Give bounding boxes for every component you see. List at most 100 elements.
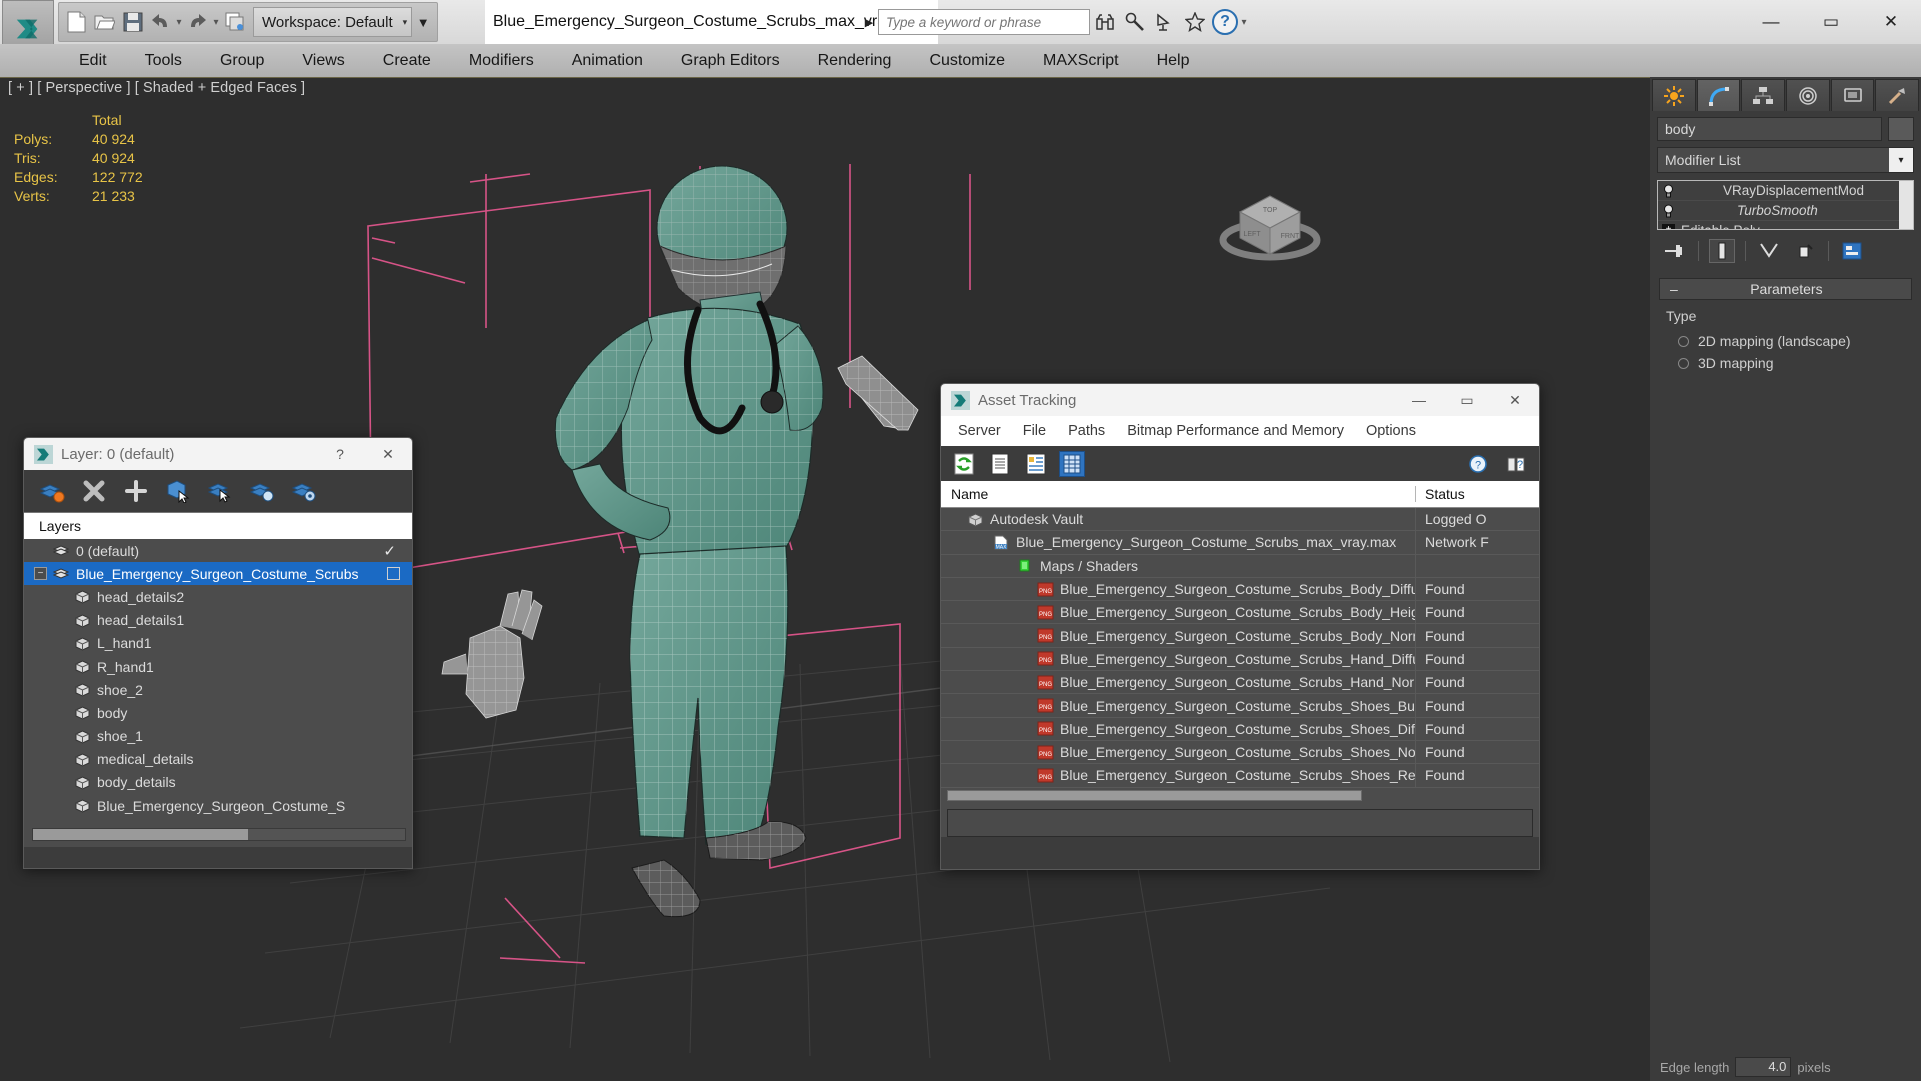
select-objects-in-layer-icon[interactable] <box>164 477 192 505</box>
asset-row-png[interactable]: PNG Blue_Emergency_Surgeon_Costume_Scrub… <box>941 694 1539 718</box>
layer-row-blue-emergency-surgeon-costume-scrubs[interactable]: − Blue_Emergency_Surgeon_Costume_Scrubs <box>24 562 412 586</box>
modify-tab-icon[interactable] <box>1696 79 1741 111</box>
chevron-down-icon[interactable]: ▾ <box>1889 148 1913 172</box>
layer-row-0-default[interactable]: 0 (default) ✓ <box>24 539 412 562</box>
layer-child-row-head-details2[interactable]: head_details2 <box>24 585 412 608</box>
maximize-button[interactable]: ▭ <box>1801 0 1861 44</box>
search-expand-icon[interactable]: ▶ <box>860 16 878 29</box>
make-unique-icon[interactable] <box>1756 239 1782 263</box>
layer-child-row-l-hand1[interactable]: L_hand1 <box>24 632 412 655</box>
menu-group[interactable]: Group <box>201 49 283 73</box>
layer-list[interactable]: 0 (default) ✓ − Blue_Emergency_Surgeon_C… <box>24 539 412 847</box>
list-view-icon[interactable] <box>987 451 1013 477</box>
pin-stack-icon[interactable] <box>1662 239 1688 263</box>
help-question-icon[interactable]: ? <box>1465 451 1491 477</box>
light-bulb-icon[interactable] <box>1662 204 1675 218</box>
layer-child-row-head-details1[interactable]: head_details1 <box>24 609 412 632</box>
close-button[interactable]: ✕ <box>1861 0 1921 44</box>
asset-tracking-title-bar[interactable]: Asset Tracking — ▭ ✕ <box>941 384 1539 416</box>
column-header-status[interactable]: Status <box>1415 486 1539 502</box>
grid-view-icon[interactable] <box>1059 450 1085 477</box>
collapse-expander-icon[interactable]: − <box>34 567 47 581</box>
modifier-stack-row[interactable]: VRayDisplacementMod <box>1658 181 1913 201</box>
asset-row-png[interactable]: PNG Blue_Emergency_Surgeon_Costume_Scrub… <box>941 624 1539 648</box>
layer-horizontal-scrollbar[interactable] <box>32 828 406 841</box>
asset-row-png[interactable]: PNG Blue_Emergency_Surgeon_Costume_Scrub… <box>941 671 1539 695</box>
asset-row-max-file[interactable]: MAX Blue_Emergency_Surgeon_Costume_Scrub… <box>941 531 1539 555</box>
asset-row-png[interactable]: PNG Blue_Emergency_Surgeon_Costume_Scrub… <box>941 740 1539 765</box>
menu-edit[interactable]: Edit <box>60 49 126 73</box>
menu-views[interactable]: Views <box>283 49 363 73</box>
chevron-down-icon[interactable]: ▾ <box>403 17 408 28</box>
object-name-field[interactable]: body <box>1657 117 1882 141</box>
save-file-icon[interactable] <box>119 7 146 37</box>
layer-child-row-shoe-1[interactable]: shoe_1 <box>24 725 412 748</box>
asset-close-button[interactable]: ✕ <box>1495 385 1535 415</box>
radio-button[interactable] <box>1678 357 1689 369</box>
menu-animation[interactable]: Animation <box>553 49 662 73</box>
radio-3d-mapping[interactable]: 3D mapping <box>1664 352 1907 374</box>
highlight-selected-objects-icon[interactable] <box>248 477 276 505</box>
new-file-icon[interactable] <box>63 7 90 37</box>
detail-view-icon[interactable] <box>1023 451 1049 477</box>
radio-2d-mapping[interactable]: 2D mapping (landscape) <box>1664 330 1907 352</box>
layer-child-row-shoe-2[interactable]: shoe_2 <box>24 678 412 701</box>
select-highlighted-objects-icon[interactable] <box>206 477 234 505</box>
asset-menu-server[interactable]: Server <box>947 420 1012 442</box>
menu-maxscript[interactable]: MAXScript <box>1024 49 1138 73</box>
asset-row-autodesk-vault[interactable]: Autodesk Vault Logged O <box>941 508 1539 532</box>
menu-customize[interactable]: Customize <box>910 49 1024 73</box>
modifier-list-dropdown[interactable]: Modifier List ▾ <box>1657 147 1914 173</box>
help-dropdown-caret[interactable]: ▾ <box>1240 17 1248 28</box>
asset-minimize-button[interactable]: — <box>1399 385 1439 415</box>
layer-child-row-r-hand1[interactable]: R_hand1 <box>24 655 412 678</box>
expand-subobject-icon[interactable]: + <box>1662 224 1675 229</box>
asset-row-png[interactable]: PNG Blue_Emergency_Surgeon_Costume_Scrub… <box>941 647 1539 672</box>
undo-icon[interactable] <box>147 7 174 37</box>
create-tab-icon[interactable] <box>1652 79 1696 111</box>
asset-horizontal-scrollbar[interactable] <box>941 787 1539 803</box>
menu-rendering[interactable]: Rendering <box>799 49 911 73</box>
modifier-stack-row[interactable]: + Editable Poly <box>1658 221 1913 229</box>
asset-row-png[interactable]: PNG Blue_Emergency_Surgeon_Costume_Scrub… <box>941 577 1539 602</box>
modifier-stack-scrollbar[interactable] <box>1899 181 1913 229</box>
asset-maximize-button[interactable]: ▭ <box>1447 385 1487 415</box>
edge-length-field[interactable]: 4.0 <box>1735 1057 1792 1077</box>
undo-dropdown-caret[interactable]: ▾ <box>175 17 183 28</box>
add-layer-icon[interactable] <box>122 477 150 505</box>
binoculars-icon[interactable] <box>1090 7 1120 37</box>
star-icon[interactable] <box>1180 7 1210 37</box>
light-bulb-icon[interactable] <box>1662 184 1675 198</box>
layer-hide-checkbox[interactable] <box>387 567 400 581</box>
collapse-icon[interactable]: – <box>1660 281 1688 297</box>
object-color-swatch[interactable] <box>1888 117 1914 141</box>
layer-dialog-close-button[interactable]: ✕ <box>368 439 408 469</box>
layer-child-row-body[interactable]: body <box>24 701 412 724</box>
menu-tools[interactable]: Tools <box>126 49 201 73</box>
layer-child-row-medical-details[interactable]: medical_details <box>24 748 412 771</box>
layer-properties-icon[interactable] <box>290 477 318 505</box>
asset-row-png[interactable]: PNG Blue_Emergency_Surgeon_Costume_Scrub… <box>941 764 1539 788</box>
remove-modifier-icon[interactable] <box>1792 239 1818 263</box>
menu-create[interactable]: Create <box>364 49 450 73</box>
refresh-icon[interactable] <box>951 451 977 477</box>
column-header-name[interactable]: Name <box>941 486 1415 502</box>
layer-child-row-body-details[interactable]: body_details <box>24 771 412 794</box>
menu-graph-editors[interactable]: Graph Editors <box>662 49 799 73</box>
scrollbar-thumb[interactable] <box>33 829 248 840</box>
delete-layer-icon[interactable] <box>80 477 108 505</box>
radio-button[interactable] <box>1678 335 1689 347</box>
layer-dialog-help-button[interactable]: ? <box>320 439 360 469</box>
viewport-label[interactable]: [ + ] [ Perspective ] [ Shaded + Edged F… <box>8 80 305 96</box>
search-input[interactable] <box>878 9 1090 35</box>
satellite-icon[interactable] <box>1150 7 1180 37</box>
help-book-icon[interactable]: ? <box>1503 451 1529 477</box>
minimize-button[interactable]: — <box>1741 0 1801 44</box>
redo-icon[interactable] <box>184 7 211 37</box>
menu-modifiers[interactable]: Modifiers <box>450 49 553 73</box>
workspace-overflow-button[interactable]: ▼ <box>413 15 433 30</box>
layer-dialog-title-bar[interactable]: Layer: 0 (default) ? ✕ <box>24 438 412 470</box>
asset-menu-options[interactable]: Options <box>1355 420 1427 442</box>
asset-grid[interactable]: Name Status Autodesk Vault Logged O MAX … <box>941 481 1539 837</box>
modifier-stack-row[interactable]: TurboSmooth <box>1658 201 1913 221</box>
